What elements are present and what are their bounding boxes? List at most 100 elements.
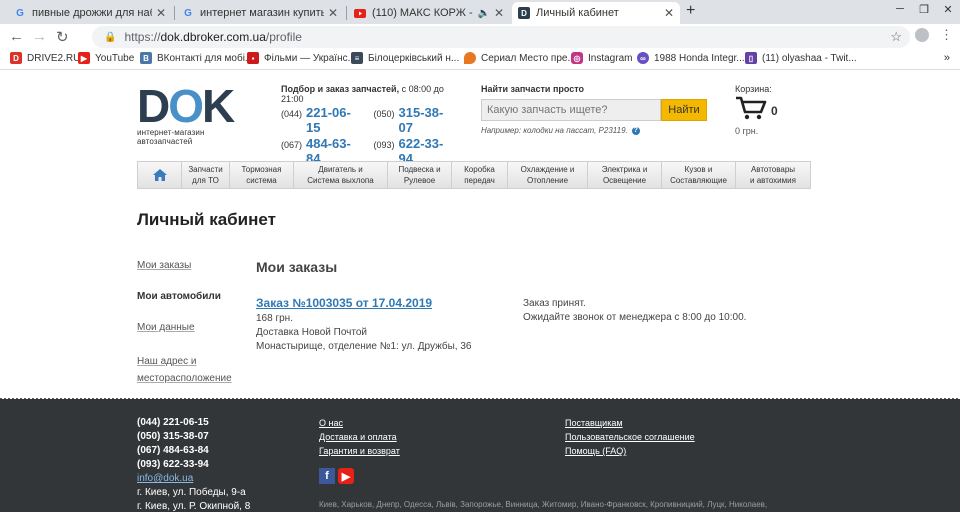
sidebar-item-address[interactable]: Наш адрес и месторасположение <box>137 353 247 387</box>
footer-link[interactable]: Пользовательское соглашение <box>565 430 695 444</box>
more-bookmarks-icon[interactable]: » <box>944 52 950 64</box>
forward-icon[interactable]: → <box>32 28 47 45</box>
youtube-icon[interactable]: ▶ <box>338 468 354 484</box>
facebook-icon[interactable]: f <box>319 468 335 484</box>
url-path: /profile <box>265 30 302 44</box>
search-input[interactable] <box>481 99 661 121</box>
footer-link[interactable]: Доставка и оплата <box>319 430 400 444</box>
footer-phone[interactable]: (067) 484-63-84 <box>137 444 250 458</box>
minimize-icon[interactable]: ─ <box>888 0 912 18</box>
footer-phone[interactable]: (050) 315-38-07 <box>137 430 250 444</box>
footer-phone[interactable]: (044) 221-06-15 <box>137 416 250 430</box>
home-icon[interactable] <box>138 162 182 188</box>
footer-phone[interactable]: (093) 622-33-94 <box>137 458 250 472</box>
tab-separator <box>174 6 175 20</box>
bookmark-star-icon[interactable]: ☆ <box>890 29 902 45</box>
order-link[interactable]: Заказ №1003035 от 17.04.2019 <box>256 296 516 310</box>
reload-icon[interactable]: ↻ <box>56 28 69 46</box>
footer-link[interactable]: Помощь (FAQ) <box>565 444 695 458</box>
bookmark-item[interactable]: B ВКонтакті для мобі... <box>140 52 253 64</box>
bookmark-item[interactable]: D DRIVE2.RU <box>10 52 80 64</box>
category-item[interactable]: Охлаждение и Отопление <box>508 162 588 188</box>
bookmark-item[interactable]: ▪ Фільми — Українс... <box>247 52 356 64</box>
news-icon: ≡ <box>351 52 363 64</box>
bookmark-item[interactable]: ∞ 1988 Honda Integr... <box>637 52 745 64</box>
category-item[interactable]: Электрика и Освещение <box>588 162 662 188</box>
close-icon[interactable]: ✕ <box>664 6 674 20</box>
bookmark-label: Сериал Место пре... <box>481 52 576 64</box>
category-item[interactable]: Двигатель и Система выхлопа <box>294 162 388 188</box>
new-tab-icon[interactable]: + <box>686 2 695 20</box>
profile-avatar-icon[interactable] <box>915 28 929 42</box>
sidebar-item-data[interactable]: Мои данные <box>137 322 195 333</box>
phone-code: (044) <box>281 109 303 119</box>
bookmark-item[interactable]: ▯ (11) olyashaa - Twit... <box>745 52 857 64</box>
footer-links-col: Поставщикам Пользовательское соглашение … <box>565 416 695 458</box>
help-icon[interactable]: ? <box>631 126 640 135</box>
phone-number[interactable]: 315-38-07 <box>399 105 456 135</box>
phone-row: (044) 221-06-15 (050) 315-38-07 <box>281 105 466 135</box>
browser-tab[interactable]: (110) МАКС КОРЖ - Небо п 🔈 ✕ <box>348 2 510 24</box>
bookmark-label: YouTube <box>95 52 135 64</box>
youtube-icon: ▶ <box>78 52 90 64</box>
search-label: Найти запчасти просто <box>481 84 585 94</box>
category-item[interactable]: Автотовары и автохимия <box>736 162 810 188</box>
cart-widget[interactable]: Корзина: 0 0 грн. <box>735 84 815 136</box>
address-bar[interactable]: 🔒 https://dok.dbroker.com.ua/profile ☆ <box>92 26 910 48</box>
drive2-icon: D <box>10 52 22 64</box>
sidebar-item-cars[interactable]: Мои автомобили <box>137 291 221 302</box>
category-item[interactable]: Кузов и Составляющие <box>662 162 736 188</box>
tab-title: (110) МАКС КОРЖ - Небо п <box>372 7 473 19</box>
footer-link[interactable]: О нас <box>319 416 400 430</box>
order-status-line: Ожидайте звонок от менеджера с 8:00 до 1… <box>523 312 747 323</box>
browser-tab[interactable]: G интернет магазин купить пивн ✕ <box>176 2 344 24</box>
category-item[interactable]: Подвеска и Рулевое <box>388 162 452 188</box>
footer-link[interactable]: Гарантия и возврат <box>319 444 400 458</box>
site-logo[interactable]: DOK интернет-магазин автозапчастей <box>137 80 253 146</box>
search-button[interactable]: Найти <box>661 99 707 121</box>
close-icon[interactable]: ✕ <box>494 6 504 20</box>
back-icon[interactable]: ← <box>9 28 24 45</box>
phone-code: (050) <box>373 109 395 119</box>
order-delivery: Доставка Новой Почтой <box>256 327 367 338</box>
site-footer: (044) 221-06-15 (050) 315-38-07 (067) 48… <box>0 399 960 512</box>
vk-icon: B <box>140 52 152 64</box>
section-title: Мои заказы <box>256 259 338 275</box>
cart-label: Корзина: <box>735 84 772 94</box>
browser-tab[interactable]: G пивные дрожжи для набора ве ✕ <box>8 2 172 24</box>
close-icon[interactable]: ✕ <box>156 6 166 20</box>
category-item[interactable]: Коробка передач <box>452 162 508 188</box>
tab-separator <box>346 6 347 20</box>
google-icon: G <box>184 7 192 19</box>
phone-number[interactable]: 221-06-15 <box>306 105 363 135</box>
close-window-icon[interactable]: ✕ <box>936 0 960 18</box>
cart-icon[interactable] <box>735 96 767 125</box>
bookmark-item[interactable]: ≡ Білоцерківський н... <box>351 52 459 64</box>
menu-icon[interactable]: ⋮ <box>940 27 953 43</box>
bookmark-label: Instagram <box>588 52 633 64</box>
close-icon[interactable]: ✕ <box>328 6 338 20</box>
sidebar-item-orders[interactable]: Мои заказы <box>137 260 191 271</box>
google-icon: G <box>16 7 24 19</box>
phone-code: (093) <box>373 140 395 150</box>
dok-icon: D <box>518 7 530 19</box>
bookmark-item[interactable]: ◎ Instagram <box>571 52 632 64</box>
category-item[interactable]: Запчасти для ТО <box>182 162 230 188</box>
footer-link[interactable]: Поставщикам <box>565 416 695 430</box>
browser-tab-active[interactable]: D Личный кабинет ✕ <box>512 2 680 24</box>
bookmark-item[interactable]: Сериал Место пре... <box>464 52 576 64</box>
bookmark-label: (11) olyashaa - Twit... <box>762 52 857 64</box>
link-icon: ∞ <box>637 52 649 64</box>
page-title: Личный кабинет <box>137 210 276 229</box>
bookmark-item[interactable]: ▶ YouTube <box>78 52 134 64</box>
logo-brand: DOK <box>137 80 235 132</box>
footer-email[interactable]: info@dok.ua <box>137 472 250 486</box>
order-address: Монастырище, отделение №1: ул. Дружбы, 3… <box>256 341 472 352</box>
order-price: 168 грн. <box>256 313 293 324</box>
film-icon: ▪ <box>247 52 259 64</box>
restore-icon[interactable]: ❐ <box>912 0 936 18</box>
bookmarks-bar: D DRIVE2.RU ▶ YouTube B ВКонтакті для мо… <box>0 48 960 70</box>
lock-icon: 🔒 <box>104 31 117 43</box>
speaker-icon[interactable]: 🔈 <box>477 8 489 19</box>
category-item[interactable]: Тормозная система <box>230 162 294 188</box>
